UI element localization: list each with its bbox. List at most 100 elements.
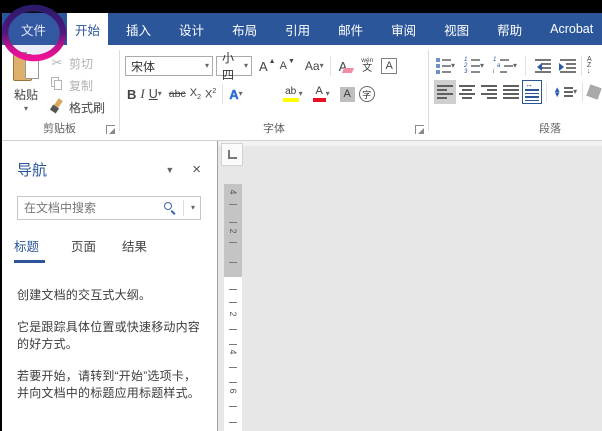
vertical-ruler-margin-segment: 4 2 <box>224 184 242 277</box>
increase-indent-button[interactable] <box>557 55 578 77</box>
ruler-mark <box>229 242 237 243</box>
phonetic-guide-icon: wén 文 <box>361 56 374 75</box>
text-effects-button[interactable]: A ▾ <box>227 83 244 105</box>
distribute-button[interactable]: ↔ <box>522 80 543 104</box>
bullets-button[interactable]: ▾ <box>434 55 457 77</box>
change-case-button[interactable]: Aa ▾ <box>303 55 326 77</box>
sort-icon: A Z ↓ <box>587 56 592 75</box>
superscript-button[interactable]: X2 <box>203 83 218 105</box>
character-shading-icon: A <box>339 86 355 102</box>
ruler-mark <box>229 289 237 290</box>
ruler-mark <box>229 422 237 423</box>
font-dialog-launcher[interactable] <box>415 125 424 134</box>
ribbon-tab[interactable]: 引用 <box>275 13 320 45</box>
line-spacing-icon: ▲ ▼ <box>553 85 574 99</box>
search-icon[interactable] <box>163 201 177 215</box>
clipboard-group-label: 剪贴板 <box>43 123 76 135</box>
font-color-button[interactable]: A ▾ <box>311 83 332 105</box>
copy-label: 复制 <box>69 78 94 93</box>
clear-format-icon: A <box>339 59 355 74</box>
font-size-value: 小四 <box>222 51 235 82</box>
ribbon-tab[interactable]: 插入 <box>116 13 161 45</box>
ribbon-tab[interactable]: 视图 <box>434 13 479 45</box>
clipboard-group: 粘贴 ▾ ✂ 剪切 复制 格式刷 剪贴板 <box>0 45 119 140</box>
phonetic-guide-button[interactable]: wén 文 <box>359 55 375 77</box>
font-color-icon: A <box>312 86 326 102</box>
ribbon-tab[interactable]: Acrobat <box>540 13 602 45</box>
align-center-button[interactable] <box>456 80 478 104</box>
enclose-characters-icon: 字 <box>358 86 375 102</box>
ribbon-tab[interactable]: 设计 <box>169 13 214 45</box>
navigation-close-icon[interactable]: × <box>192 162 201 177</box>
chevron-down-icon[interactable]: ▾ <box>244 62 248 70</box>
font-size-combo[interactable]: 小四 ▾ <box>216 51 252 82</box>
clear-formatting-button[interactable]: A <box>337 55 355 77</box>
character-border-button[interactable]: A <box>379 55 399 77</box>
toolbar-separator <box>329 56 331 76</box>
chevron-down-icon[interactable]: ▾ <box>205 62 209 70</box>
toolbar-separator <box>546 82 548 102</box>
multilevel-list-icon: 1 a i <box>493 57 514 75</box>
ribbon: 粘贴 ▾ ✂ 剪切 复制 格式刷 剪贴板 宋体 ▾ 小四 ▾ A ▲ A ▼ A… <box>0 45 602 141</box>
navigation-pane-title: 导航 <box>17 162 48 179</box>
document-search-box[interactable]: ▾ <box>17 196 201 220</box>
navigation-tab[interactable]: 页面 <box>71 236 96 263</box>
navigation-pane: 导航 ▼ × ▾ 标题 页面 结果 创建文档的交互式大纲。 它是跟踪具体位置或快… <box>0 141 218 431</box>
font-name-value: 宋体 <box>131 59 156 74</box>
ruler-mark: 6 <box>228 388 238 394</box>
navigation-help-paragraph: 若要开始，请转到“开始”选项卡，并向文档中的标题应用标题样式。 <box>17 369 201 400</box>
ribbon-tab[interactable]: 邮件 <box>328 13 373 45</box>
shading-bucket-icon <box>586 84 602 100</box>
copy-button[interactable]: 复制 <box>49 74 105 96</box>
toolbar-separator <box>582 82 583 102</box>
ribbon-tab[interactable]: 审阅 <box>381 13 426 45</box>
cut-button[interactable]: ✂ 剪切 <box>49 52 105 74</box>
shrink-font-button[interactable]: A ▼ <box>278 55 297 77</box>
character-shading-button[interactable]: A <box>338 83 357 105</box>
navigation-tab[interactable]: 结果 <box>122 236 147 263</box>
decrease-indent-button[interactable] <box>532 55 553 77</box>
navigation-help-paragraph: 创建文档的交互式大纲。 <box>17 288 152 302</box>
strikethrough-button[interactable]: abc <box>167 83 188 105</box>
toolbar-separator <box>581 56 583 76</box>
bold-button[interactable]: B <box>125 83 138 105</box>
font-name-combo[interactable]: 宋体 ▾ <box>125 56 213 76</box>
subscript-button[interactable]: X2 <box>188 83 203 105</box>
copy-icon <box>51 77 63 90</box>
ribbon-tab[interactable]: 布局 <box>222 13 267 45</box>
navigation-options-chevron-icon[interactable]: ▼ <box>165 165 174 175</box>
paste-button[interactable]: 粘贴 ▾ <box>5 50 47 118</box>
window-left-edge <box>0 0 2 431</box>
document-area[interactable]: 4 2 2 4 6 <box>218 141 602 431</box>
line-spacing-button[interactable]: ▲ ▼ ▾ <box>551 81 579 103</box>
navigation-help-paragraph: 它是跟踪具体位置或快速移动内容的好方式。 <box>17 320 201 351</box>
justify-button[interactable] <box>500 80 522 104</box>
numbering-button[interactable]: 1 2 3 ▾ <box>462 55 486 77</box>
ruler-mark <box>229 262 237 263</box>
vertical-ruler[interactable]: 4 2 2 4 6 <box>224 184 242 431</box>
align-right-button[interactable] <box>478 80 500 104</box>
clipboard-dialog-launcher[interactable] <box>106 125 115 134</box>
shading-button[interactable] <box>586 81 602 103</box>
ribbon-tab[interactable]: 帮助 <box>487 13 532 45</box>
underline-button[interactable]: U ▾ <box>147 83 164 105</box>
tab-stop-selector[interactable] <box>221 143 243 166</box>
align-left-button[interactable] <box>434 80 456 104</box>
sort-button[interactable]: A Z ↓ <box>585 55 594 77</box>
italic-button[interactable]: I <box>138 83 146 105</box>
text-effects-icon: A <box>229 86 239 102</box>
search-dropdown-icon[interactable]: ▾ <box>186 204 200 212</box>
scissors-icon: ✂ <box>51 55 63 70</box>
search-input[interactable] <box>24 201 163 215</box>
navigation-tab[interactable]: 标题 <box>14 236 46 263</box>
highlight-color-button[interactable]: ab ▾ <box>281 83 305 105</box>
highlight-icon: ab <box>282 86 299 102</box>
enclose-characters-button[interactable]: 字 <box>357 83 377 105</box>
format-painter-label: 格式刷 <box>69 100 106 115</box>
paste-dropdown-icon[interactable]: ▾ <box>24 105 28 113</box>
grow-font-button[interactable]: A ▲ <box>257 55 278 77</box>
format-painter-button[interactable]: 格式刷 <box>49 96 105 118</box>
ribbon-tab[interactable]: 文件 <box>6 13 61 45</box>
ribbon-tab[interactable]: 开始 <box>67 13 109 45</box>
multilevel-list-button[interactable]: 1 a i ▾ <box>491 55 519 77</box>
